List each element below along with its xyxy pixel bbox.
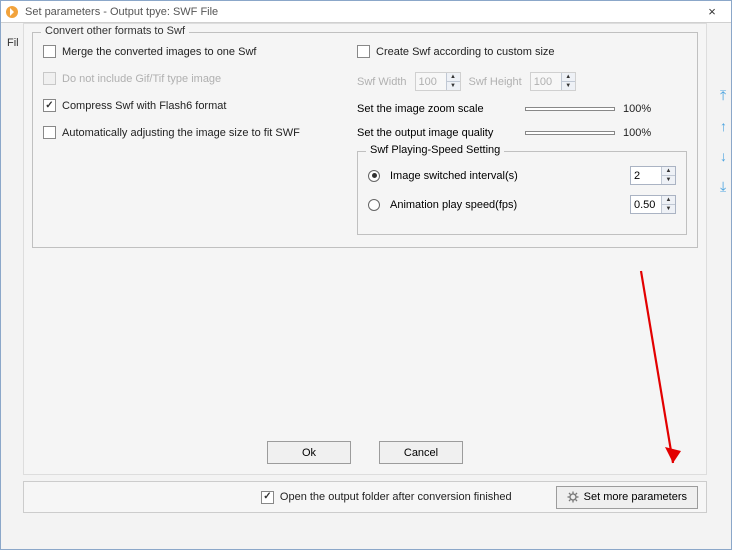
fps-label: Animation play speed(fps) xyxy=(390,199,620,211)
fps-radio[interactable] xyxy=(368,199,380,211)
quality-slider[interactable] xyxy=(525,131,615,135)
arrow-bottom-icon: ⤓ xyxy=(720,178,727,195)
swf-width-label: Swf Width xyxy=(357,76,407,88)
quality-label: Set the output image quality xyxy=(357,127,517,139)
exclude-checkbox-row: Do not include Gif/Tif type image xyxy=(43,72,339,85)
custom-size-label: Create Swf according to custom size xyxy=(376,46,555,58)
autosize-label: Automatically adjusting the image size t… xyxy=(62,127,300,139)
interval-label: Image switched interval(s) xyxy=(390,170,620,182)
zoom-percent: 100% xyxy=(623,103,651,115)
exclude-label: Do not include Gif/Tif type image xyxy=(62,73,221,85)
custom-size-checkbox[interactable] xyxy=(357,45,370,58)
fps-input[interactable]: ▲▼ xyxy=(630,195,676,214)
app-icon xyxy=(5,5,19,19)
exclude-checkbox xyxy=(43,72,56,85)
swf-height-input: ▲▼ xyxy=(530,72,576,91)
merge-label: Merge the converted images to one Swf xyxy=(62,46,256,58)
zoom-label: Set the image zoom scale xyxy=(357,103,517,115)
spinner-icon: ▲▼ xyxy=(561,73,575,90)
titlebar: Set parameters - Output tpye: SWF File × xyxy=(1,1,731,23)
open-folder-checkbox-row[interactable]: Open the output folder after conversion … xyxy=(261,491,512,504)
interval-input[interactable]: ▲▼ xyxy=(630,166,676,185)
close-button[interactable]: × xyxy=(697,3,727,21)
parent-menu-stub: Fil xyxy=(1,33,25,53)
custom-size-checkbox-row[interactable]: Create Swf according to custom size xyxy=(357,45,687,58)
arrow-down-icon: ↓ xyxy=(720,148,727,164)
zoom-slider[interactable] xyxy=(525,107,615,111)
merge-checkbox-row[interactable]: Merge the converted images to one Swf xyxy=(43,45,339,58)
more-label: Set more parameters xyxy=(584,491,687,503)
autosize-checkbox-row[interactable]: Automatically adjusting the image size t… xyxy=(43,126,339,139)
parent-toolbar-icons: ⤒ ↑ ↓ ⤓ xyxy=(720,87,727,195)
compress-checkbox-row[interactable]: Compress Swf with Flash6 format xyxy=(43,99,339,112)
spinner-icon[interactable]: ▲▼ xyxy=(661,196,675,213)
group-legend: Convert other formats to Swf xyxy=(41,25,189,37)
convert-formats-group: Convert other formats to Swf Merge the c… xyxy=(32,32,698,248)
open-folder-checkbox[interactable] xyxy=(261,491,274,504)
compress-checkbox[interactable] xyxy=(43,99,56,112)
open-folder-label: Open the output folder after conversion … xyxy=(280,491,512,503)
set-more-parameters-button[interactable]: Set more parameters xyxy=(556,486,698,509)
merge-checkbox[interactable] xyxy=(43,45,56,58)
arrow-up-icon: ↑ xyxy=(720,118,727,134)
swf-height-label: Swf Height xyxy=(469,76,522,88)
speed-legend: Swf Playing-Speed Setting xyxy=(366,144,504,156)
interval-radio[interactable] xyxy=(368,170,380,182)
ok-button[interactable]: Ok xyxy=(267,441,351,464)
speed-group: Swf Playing-Speed Setting Image switched… xyxy=(357,151,687,235)
arrow-top-icon: ⤒ xyxy=(720,87,727,104)
cancel-button[interactable]: Cancel xyxy=(379,441,463,464)
compress-label: Compress Swf with Flash6 format xyxy=(62,100,226,112)
swf-width-input: ▲▼ xyxy=(415,72,461,91)
footer-bar: Open the output folder after conversion … xyxy=(23,481,707,513)
gear-icon xyxy=(567,491,579,503)
swf-width-field xyxy=(416,73,446,90)
quality-percent: 100% xyxy=(623,127,651,139)
swf-height-field xyxy=(531,73,561,90)
fps-field[interactable] xyxy=(631,196,661,213)
autosize-checkbox[interactable] xyxy=(43,126,56,139)
interval-field[interactable] xyxy=(631,167,661,184)
spinner-icon[interactable]: ▲▼ xyxy=(661,167,675,184)
window-title: Set parameters - Output tpye: SWF File xyxy=(25,6,697,18)
spinner-icon: ▲▼ xyxy=(446,73,460,90)
dialog-body: Convert other formats to Swf Merge the c… xyxy=(23,23,707,475)
